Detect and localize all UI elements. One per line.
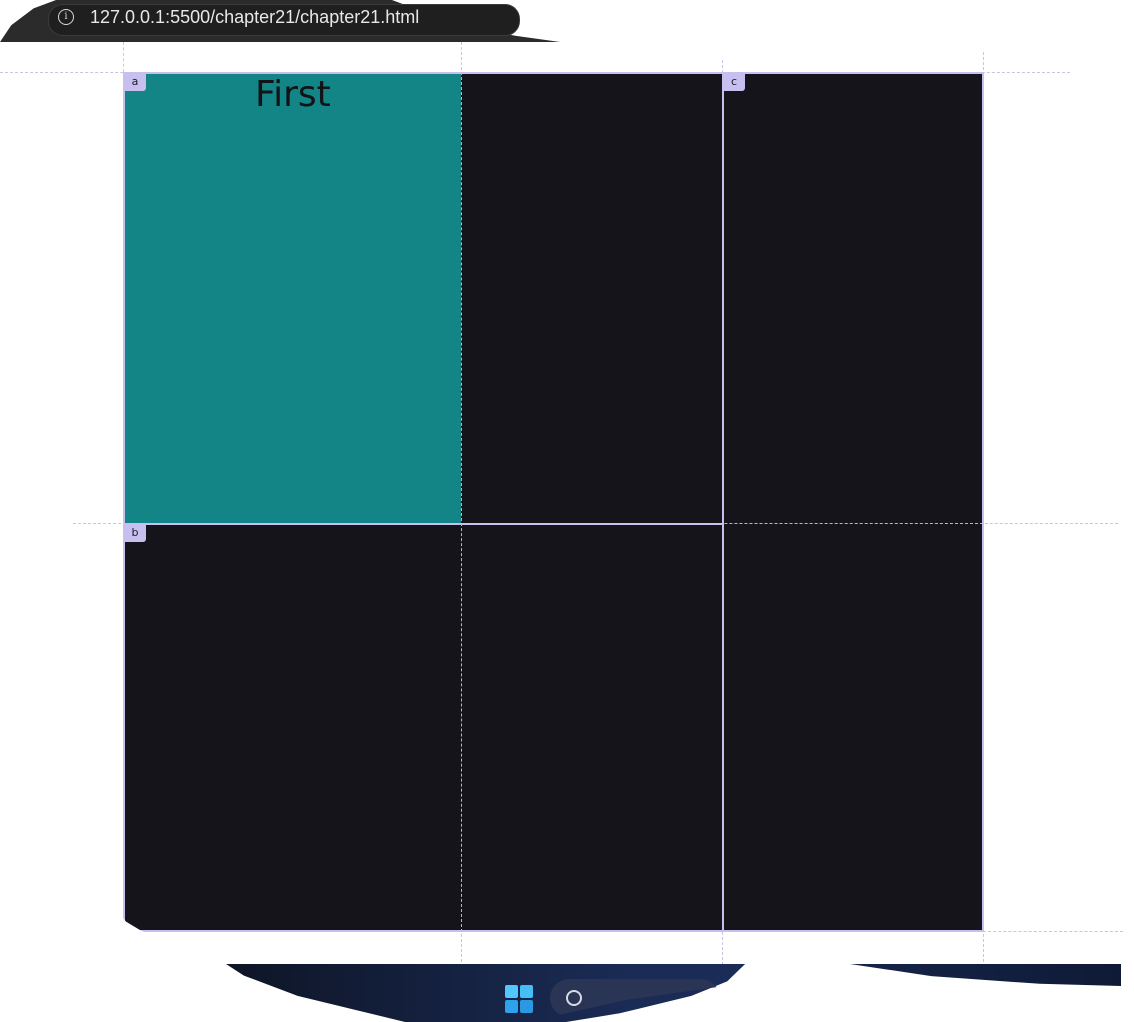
grid-area-badge-b: b xyxy=(124,524,146,542)
page: i 127.0.0.1:5500/chapter21/chapter21.htm… xyxy=(0,0,1134,1022)
grid-guide-bottom xyxy=(983,931,1123,932)
info-icon[interactable]: i xyxy=(58,9,74,25)
grid-guide-left xyxy=(123,42,124,72)
grid-area-badge-a: a xyxy=(124,73,146,91)
search-icon[interactable] xyxy=(566,990,582,1006)
grid-guide-right xyxy=(983,52,984,967)
url-text[interactable]: 127.0.0.1:5500/chapter21/chapter21.html xyxy=(90,6,419,28)
grid-item-first xyxy=(123,72,461,523)
taskbar-right-fragment xyxy=(850,964,1121,986)
grid-item-first-label: First xyxy=(255,74,331,115)
grid-area-badge-c: c xyxy=(723,73,745,91)
windows-start-icon[interactable] xyxy=(505,985,533,1013)
